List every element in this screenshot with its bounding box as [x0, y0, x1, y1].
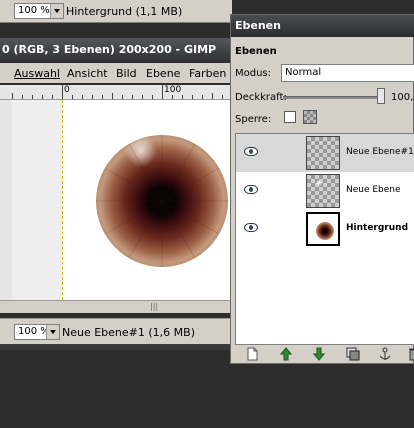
layers-dialog: Ebenen Ebenen Modus: Normal Deckkraft: 1…: [230, 14, 414, 364]
menu-ebene[interactable]: Ebene: [146, 67, 180, 80]
layer-button-bar: [235, 345, 414, 363]
horizontal-ruler[interactable]: 0 100: [0, 85, 232, 100]
anchor-icon[interactable]: [378, 347, 392, 361]
zoom-value: 100 %: [18, 5, 50, 16]
layers-dialog-title: Ebenen: [235, 19, 281, 32]
new-layer-icon[interactable]: [245, 347, 259, 361]
lock-label: Sperre:: [235, 114, 272, 125]
layer-thumbnail-transparent: [306, 136, 340, 170]
lock-alpha-checkerboard-icon[interactable]: [303, 110, 317, 124]
lower-layer-icon[interactable]: [312, 347, 326, 361]
layer-row-hintergrund[interactable]: Hintergrund: [236, 210, 414, 248]
opacity-slider-track[interactable]: [283, 96, 383, 99]
scroll-grip-icon[interactable]: |||: [150, 303, 168, 311]
window-title: 0 (RGB, 3 Ebenen) 200x200 - GIMP: [2, 43, 217, 56]
mode-value: Normal: [285, 67, 322, 78]
eye-thumbnail-image: [316, 222, 334, 240]
chevron-down-icon[interactable]: [50, 4, 63, 18]
raise-layer-icon[interactable]: [279, 347, 293, 361]
ruler-label-100: 100: [164, 85, 182, 95]
menu-ansicht[interactable]: Ansicht: [67, 67, 108, 80]
layer-info-text: Hintergrund (1,1 MB): [66, 5, 183, 18]
duplicate-layer-icon[interactable]: [346, 347, 360, 361]
glow-spot: [316, 180, 322, 186]
menu-ansicht-label: Ansicht: [67, 67, 108, 80]
chevron-down-icon[interactable]: [46, 325, 59, 339]
menu-bar: Auswahl Ansicht Bild Ebene Farben: [0, 63, 232, 83]
ruler-ticks: [12, 85, 223, 99]
menu-auswahl-label: Auswahl: [14, 67, 60, 80]
menu-ebene-label: Ebene: [146, 67, 181, 80]
layer-row-neue-ebene[interactable]: Neue Ebene: [236, 172, 414, 210]
window-title-bar[interactable]: 0 (RGB, 3 Ebenen) 200x200 - GIMP: [0, 38, 232, 62]
status-bar: 100 % Neue Ebene#1 (1,6 MB): [0, 318, 232, 345]
layers-heading: Ebenen: [235, 46, 277, 57]
visibility-eye-icon[interactable]: [244, 223, 258, 232]
mode-label: Modus:: [235, 68, 272, 79]
layer-thumbnail-eye: [306, 212, 340, 246]
window-bottom-edge: [0, 344, 232, 350]
menu-auswahl[interactable]: Auswahl: [14, 67, 60, 80]
status-zoom-combo[interactable]: 100 %: [14, 324, 60, 340]
layer-thumbnail-glow: [306, 174, 340, 208]
mode-select[interactable]: Normal: [281, 64, 414, 82]
visibility-eye-icon[interactable]: [244, 147, 258, 156]
layer-name: Neue Ebene#1: [346, 147, 414, 157]
layer-list: Neue Ebene#1 Neue Ebene Hintergrund: [235, 133, 414, 345]
horizontal-scrollbar[interactable]: |||: [0, 300, 232, 313]
menu-bild-label: Bild: [116, 67, 137, 80]
menu-farben-label: Farben: [189, 67, 227, 80]
menu-bild[interactable]: Bild: [116, 67, 137, 80]
layer-name: Hintergrund: [346, 223, 409, 233]
background-window-toolbar: 100 % Hintergrund (1,1 MB): [0, 0, 232, 23]
layer-row-neue-ebene-1[interactable]: Neue Ebene#1: [236, 134, 414, 172]
opacity-label: Deckkraft:: [235, 92, 287, 103]
delete-icon[interactable]: [407, 347, 414, 361]
zoom-combo[interactable]: 100 %: [14, 3, 64, 19]
ruler-label-0: 0: [64, 85, 70, 95]
lock-pixels-checkbox[interactable]: [284, 111, 296, 123]
status-layer-info: Neue Ebene#1 (1,6 MB): [62, 326, 195, 339]
eye-iris-image: [96, 135, 228, 267]
visibility-eye-icon[interactable]: [244, 185, 258, 194]
vertical-ruler[interactable]: [0, 100, 12, 300]
opacity-value[interactable]: 100,0: [391, 92, 414, 103]
menu-farben[interactable]: Farben: [189, 67, 226, 80]
layer-name: Neue Ebene: [346, 185, 401, 195]
layers-dialog-title-bar[interactable]: Ebenen: [231, 15, 414, 37]
iris-fibers: [96, 135, 228, 267]
opacity-slider-handle[interactable]: [377, 88, 385, 104]
status-zoom-value: 100 %: [18, 326, 50, 337]
